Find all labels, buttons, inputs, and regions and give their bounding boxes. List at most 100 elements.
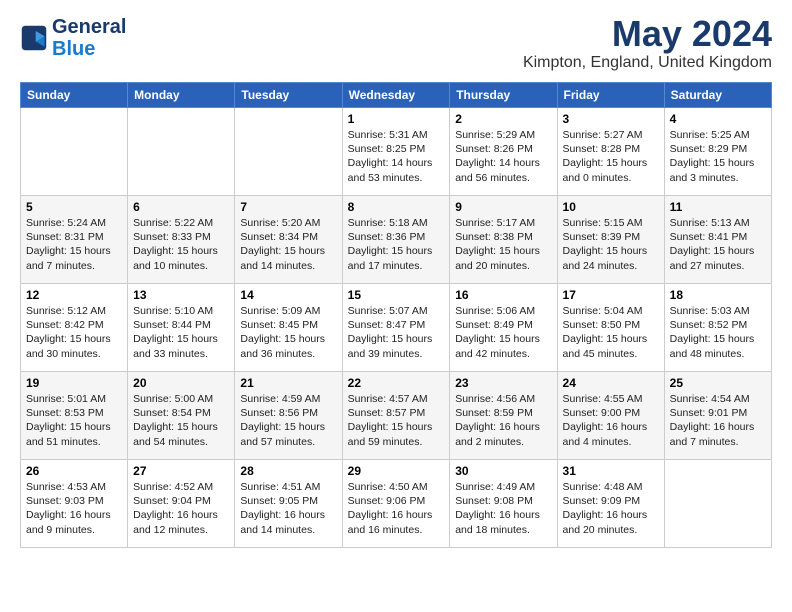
day-number: 8 — [348, 200, 445, 214]
table-row: 22 Sunrise: 4:57 AMSunset: 8:57 PMDayligh… — [342, 372, 450, 460]
table-row: 18 Sunrise: 5:03 AMSunset: 8:52 PMDayligh… — [664, 284, 771, 372]
day-info: Sunrise: 4:49 AMSunset: 9:08 PMDaylight:… — [455, 480, 551, 537]
table-row: 15 Sunrise: 5:07 AMSunset: 8:47 PMDayligh… — [342, 284, 450, 372]
col-friday: Friday — [557, 83, 664, 108]
day-info: Sunrise: 5:01 AMSunset: 8:53 PMDaylight:… — [26, 392, 122, 449]
table-row: 29Sunrise: 4:50 AMSunset: 9:06 PMDayligh… — [342, 460, 450, 548]
day-info: Sunrise: 5:13 AMSunset: 8:41 PMDaylight:… — [670, 216, 766, 273]
header: General Blue May 2024 Kimpton, England, … — [20, 16, 772, 72]
calendar-week-row: 12Sunrise: 5:12 AMSunset: 8:42 PMDayligh… — [21, 284, 772, 372]
logo-text: General Blue — [52, 16, 126, 60]
day-number: 25 — [670, 376, 766, 390]
day-number: 2 — [455, 112, 551, 126]
day-info: Sunrise: 5:18 AMSunset: 8:36 PMDaylight:… — [348, 216, 445, 273]
day-info: Sunrise: 5:27 AMSunset: 8:28 PMDaylight:… — [563, 128, 659, 185]
table-row: 5 Sunrise: 5:24 AMSunset: 8:31 PMDaylight… — [21, 196, 128, 284]
day-number: 7 — [240, 200, 336, 214]
table-row: 6 Sunrise: 5:22 AMSunset: 8:33 PMDaylight… — [128, 196, 235, 284]
table-row: 25 Sunrise: 4:54 AMSunset: 9:01 PMDayligh… — [664, 372, 771, 460]
day-number: 26 — [26, 464, 122, 478]
day-info: Sunrise: 4:56 AMSunset: 8:59 PMDaylight:… — [455, 392, 551, 449]
calendar-table: Sunday Monday Tuesday Wednesday Thursday… — [20, 82, 772, 548]
table-row: 4 Sunrise: 5:25 AMSunset: 8:29 PMDaylight… — [664, 108, 771, 196]
table-row: 31Sunrise: 4:48 AMSunset: 9:09 PMDayligh… — [557, 460, 664, 548]
day-info: Sunrise: 4:54 AMSunset: 9:01 PMDaylight:… — [670, 392, 766, 449]
day-info: Sunrise: 5:24 AMSunset: 8:31 PMDaylight:… — [26, 216, 122, 273]
table-row: 3 Sunrise: 5:27 AMSunset: 8:28 PMDaylight… — [557, 108, 664, 196]
day-info: Sunrise: 5:07 AMSunset: 8:47 PMDaylight:… — [348, 304, 445, 361]
day-info: Sunrise: 5:20 AMSunset: 8:34 PMDaylight:… — [240, 216, 336, 273]
table-row: 8 Sunrise: 5:18 AMSunset: 8:36 PMDaylight… — [342, 196, 450, 284]
day-info: Sunrise: 4:52 AMSunset: 9:04 PMDaylight:… — [133, 480, 229, 537]
table-row: 27Sunrise: 4:52 AMSunset: 9:04 PMDayligh… — [128, 460, 235, 548]
logo-icon — [20, 24, 48, 52]
day-info: Sunrise: 5:00 AMSunset: 8:54 PMDaylight:… — [133, 392, 229, 449]
day-info: Sunrise: 5:03 AMSunset: 8:52 PMDaylight:… — [670, 304, 766, 361]
day-info: Sunrise: 4:51 AMSunset: 9:05 PMDaylight:… — [240, 480, 336, 537]
day-number: 24 — [563, 376, 659, 390]
day-info: Sunrise: 4:55 AMSunset: 9:00 PMDaylight:… — [563, 392, 659, 449]
calendar-week-row: 26 Sunrise: 4:53 AMSunset: 9:03 PMDayligh… — [21, 460, 772, 548]
table-row: 1 Sunrise: 5:31 AMSunset: 8:25 PMDaylight… — [342, 108, 450, 196]
table-row: 21Sunrise: 4:59 AMSunset: 8:56 PMDayligh… — [235, 372, 342, 460]
title-area: May 2024 Kimpton, England, United Kingdo… — [523, 16, 772, 72]
day-number: 6 — [133, 200, 229, 214]
day-number: 22 — [348, 376, 445, 390]
day-number: 19 — [26, 376, 122, 390]
day-number: 4 — [670, 112, 766, 126]
day-number: 9 — [455, 200, 551, 214]
calendar-week-row: 19 Sunrise: 5:01 AMSunset: 8:53 PMDayligh… — [21, 372, 772, 460]
table-row: 9 Sunrise: 5:17 AMSunset: 8:38 PMDaylight… — [450, 196, 557, 284]
table-row: 24 Sunrise: 4:55 AMSunset: 9:00 PMDayligh… — [557, 372, 664, 460]
col-saturday: Saturday — [664, 83, 771, 108]
table-row: 10 Sunrise: 5:15 AMSunset: 8:39 PMDayligh… — [557, 196, 664, 284]
day-number: 15 — [348, 288, 445, 302]
calendar-week-row: 1 Sunrise: 5:31 AMSunset: 8:25 PMDaylight… — [21, 108, 772, 196]
logo: General Blue — [20, 16, 126, 60]
day-info: Sunrise: 5:09 AMSunset: 8:45 PMDaylight:… — [240, 304, 336, 361]
table-row: 28 Sunrise: 4:51 AMSunset: 9:05 PMDayligh… — [235, 460, 342, 548]
month-title: May 2024 — [523, 16, 772, 52]
table-row — [664, 460, 771, 548]
day-number: 29 — [348, 464, 445, 478]
calendar-week-row: 5 Sunrise: 5:24 AMSunset: 8:31 PMDaylight… — [21, 196, 772, 284]
table-row — [128, 108, 235, 196]
day-number: 23 — [455, 376, 551, 390]
table-row: 23 Sunrise: 4:56 AMSunset: 8:59 PMDayligh… — [450, 372, 557, 460]
day-info: Sunrise: 5:15 AMSunset: 8:39 PMDaylight:… — [563, 216, 659, 273]
day-number: 3 — [563, 112, 659, 126]
day-info: Sunrise: 5:10 AMSunset: 8:44 PMDaylight:… — [133, 304, 229, 361]
day-info: Sunrise: 5:29 AMSunset: 8:26 PMDaylight:… — [455, 128, 551, 185]
day-number: 1 — [348, 112, 445, 126]
day-info: Sunrise: 5:06 AMSunset: 8:49 PMDaylight:… — [455, 304, 551, 361]
day-info: Sunrise: 5:22 AMSunset: 8:33 PMDaylight:… — [133, 216, 229, 273]
page: General Blue May 2024 Kimpton, England, … — [0, 0, 792, 558]
table-row: 2 Sunrise: 5:29 AMSunset: 8:26 PMDaylight… — [450, 108, 557, 196]
day-number: 30 — [455, 464, 551, 478]
day-number: 13 — [133, 288, 229, 302]
table-row: 7 Sunrise: 5:20 AMSunset: 8:34 PMDaylight… — [235, 196, 342, 284]
col-thursday: Thursday — [450, 83, 557, 108]
day-number: 20 — [133, 376, 229, 390]
day-info: Sunrise: 5:31 AMSunset: 8:25 PMDaylight:… — [348, 128, 445, 185]
table-row: 16Sunrise: 5:06 AMSunset: 8:49 PMDayligh… — [450, 284, 557, 372]
calendar-header-row: Sunday Monday Tuesday Wednesday Thursday… — [21, 83, 772, 108]
day-info: Sunrise: 4:53 AMSunset: 9:03 PMDaylight:… — [26, 480, 122, 537]
day-number: 31 — [563, 464, 659, 478]
table-row: 19 Sunrise: 5:01 AMSunset: 8:53 PMDayligh… — [21, 372, 128, 460]
col-tuesday: Tuesday — [235, 83, 342, 108]
day-number: 11 — [670, 200, 766, 214]
day-info: Sunrise: 5:25 AMSunset: 8:29 PMDaylight:… — [670, 128, 766, 185]
day-number: 5 — [26, 200, 122, 214]
day-number: 10 — [563, 200, 659, 214]
table-row: 11 Sunrise: 5:13 AMSunset: 8:41 PMDayligh… — [664, 196, 771, 284]
day-number: 18 — [670, 288, 766, 302]
day-info: Sunrise: 4:57 AMSunset: 8:57 PMDaylight:… — [348, 392, 445, 449]
table-row: 17Sunrise: 5:04 AMSunset: 8:50 PMDayligh… — [557, 284, 664, 372]
day-number: 14 — [240, 288, 336, 302]
day-number: 28 — [240, 464, 336, 478]
location: Kimpton, England, United Kingdom — [523, 54, 772, 72]
day-info: Sunrise: 5:17 AMSunset: 8:38 PMDaylight:… — [455, 216, 551, 273]
day-number: 12 — [26, 288, 122, 302]
day-info: Sunrise: 5:04 AMSunset: 8:50 PMDaylight:… — [563, 304, 659, 361]
